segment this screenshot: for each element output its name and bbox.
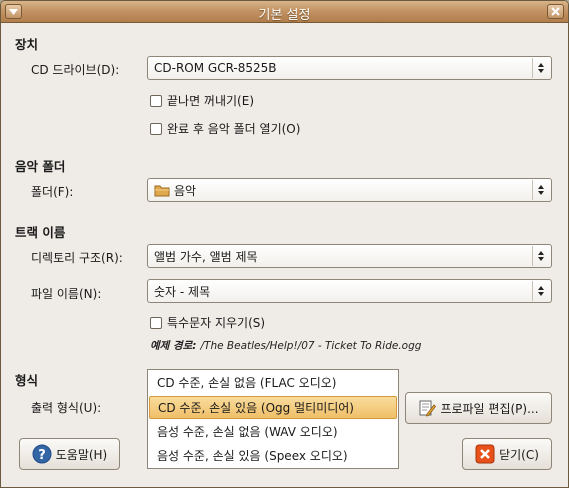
folder-label: 폴더(F): (31, 185, 74, 199)
svg-text:?: ? (38, 448, 46, 463)
updown-arrow-icon (532, 58, 548, 78)
open-folder-checkbox[interactable] (150, 122, 162, 135)
example-path-value: /The Beatles/Help!/07 - Ticket To Ride.o… (200, 340, 422, 352)
example-path: 예제 경로:/The Beatles/Help!/07 - Ticket To … (150, 338, 421, 353)
open-folder-checkbox-row[interactable]: 완료 후 음악 폴더 열기(O) (150, 120, 300, 137)
directory-structure-value: 앨범 가수, 앨범 제목 (154, 249, 258, 264)
section-track-name-heading: 트랙 이름 (15, 225, 66, 240)
updown-arrow-icon (532, 180, 548, 200)
file-name-value: 숫자 - 제목 (154, 284, 211, 299)
format-option[interactable]: 음성 수준, 손실 있음 (Speex 오디오) (149, 444, 397, 467)
strip-chars-checkbox[interactable] (150, 316, 162, 329)
output-format-dropdown-list[interactable]: CD 수준, 손실 없음 (FLAC 오디오) CD 수준, 손실 있음 (Og… (147, 369, 399, 469)
file-name-label: 파일 이름(N): (31, 287, 102, 301)
folder-icon (154, 184, 170, 197)
edit-document-icon (418, 399, 437, 417)
strip-chars-label: 특수문자 지우기(S) (167, 316, 266, 330)
close-icon (475, 444, 495, 464)
edit-profile-button[interactable]: 프로파일 편집(P)... (405, 392, 552, 424)
window-title: 기본 설정 (258, 8, 311, 23)
file-name-combo[interactable]: 숫자 - 제목 (147, 279, 552, 303)
format-option-selected[interactable]: CD 수준, 손실 있음 (Ogg 멀티미디어) (149, 396, 397, 419)
preferences-dialog: 기본 설정 장치 CD 드라이브(D): CD-ROM GCR-8525B 끝나… (0, 0, 569, 488)
cd-drive-value: CD-ROM GCR-8525B (154, 61, 277, 75)
updown-arrow-icon (532, 246, 548, 266)
edit-profile-label: 프로파일 편집(P)... (440, 401, 539, 416)
close-label: 닫기(C) (499, 447, 539, 462)
example-path-prefix: 예제 경로: (150, 340, 197, 352)
eject-checkbox-row[interactable]: 끝나면 꺼내기(E) (150, 92, 254, 109)
section-device-heading: 장치 (15, 37, 39, 52)
folder-combo[interactable]: 음악 (147, 178, 552, 202)
eject-checkbox[interactable] (150, 94, 162, 107)
section-format-heading: 형식 (15, 373, 39, 388)
cd-drive-combo[interactable]: CD-ROM GCR-8525B (147, 56, 552, 80)
folder-value: 음악 (174, 183, 197, 198)
directory-structure-combo[interactable]: 앨범 가수, 앨범 제목 (147, 244, 552, 268)
eject-label: 끝나면 꺼내기(E) (167, 94, 255, 108)
cd-drive-label: CD 드라이브(D): (31, 63, 120, 77)
strip-chars-checkbox-row[interactable]: 특수문자 지우기(S) (150, 314, 265, 331)
close-button[interactable]: 닫기(C) (462, 438, 552, 470)
section-music-folder-heading: 음악 폴더 (15, 159, 66, 174)
help-label: 도움말(H) (55, 447, 108, 462)
open-folder-label: 완료 후 음악 폴더 열기(O) (167, 122, 301, 136)
help-button[interactable]: ? 도움말(H) (19, 438, 120, 470)
title-bar[interactable]: 기본 설정 (1, 1, 568, 23)
format-option[interactable]: CD 수준, 손실 없음 (FLAC 오디오) (149, 371, 397, 394)
help-icon: ? (32, 444, 52, 464)
updown-arrow-icon (532, 281, 548, 301)
directory-structure-label: 디렉토리 구조(R): (31, 251, 123, 265)
window-close-button[interactable] (547, 4, 564, 19)
format-option[interactable]: 음성 수준, 손실 없음 (WAV 오디오) (149, 420, 397, 443)
output-format-label: 출력 형식(U): (31, 401, 102, 415)
close-icon (551, 7, 560, 16)
